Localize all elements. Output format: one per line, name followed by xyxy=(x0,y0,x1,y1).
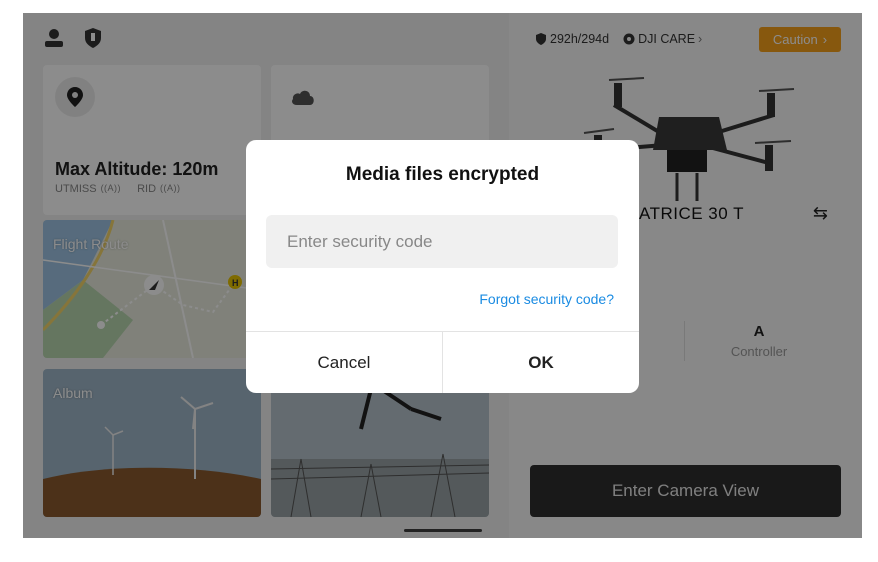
dialog-title: Media files encrypted xyxy=(345,164,540,185)
security-code-input[interactable] xyxy=(266,215,618,268)
encrypted-media-dialog: Media files encrypted Forgot security co… xyxy=(246,140,639,393)
cancel-button[interactable]: Cancel xyxy=(246,332,442,393)
home-indicator[interactable] xyxy=(404,529,482,532)
forgot-security-code-link[interactable]: Forgot security code? xyxy=(479,291,614,307)
ok-button[interactable]: OK xyxy=(442,332,639,393)
app-screen: Max Altitude: 120m UTMISS ((A)) RID ((A)… xyxy=(23,13,862,538)
dialog-buttons: Cancel OK xyxy=(246,332,639,393)
